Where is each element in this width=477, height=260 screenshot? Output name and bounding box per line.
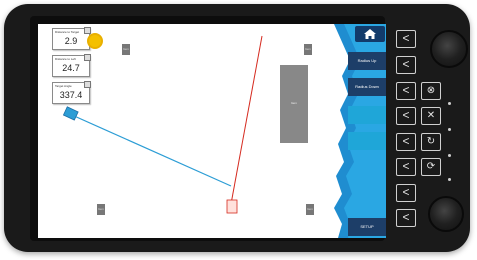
obstacle-label: Item [291, 101, 297, 105]
field-value: 337.4 [59, 90, 83, 100]
field-value: 2.9 [64, 36, 78, 46]
red-path-line [230, 35, 263, 205]
setup-button[interactable]: SETUP [348, 218, 386, 236]
indicator-dot [448, 128, 451, 131]
map-box-label: Item [123, 47, 129, 51]
field-indicator [84, 27, 91, 34]
home-button[interactable] [355, 26, 385, 42]
obstacle-block: Item [280, 65, 308, 143]
chevron-left-icon[interactable]: < [396, 133, 416, 151]
field-value: 24.7 [62, 63, 80, 73]
indicator-dot [448, 154, 451, 157]
map-box: Item [304, 44, 312, 55]
indicator-dot [448, 102, 451, 105]
field-indicator [84, 54, 91, 61]
distance-to-left-field: Distance to Left 24.7 [52, 54, 91, 77]
map-box: Item [122, 44, 130, 55]
home-icon [364, 29, 376, 39]
field-label: Distance to Target [55, 30, 80, 34]
chevron-left-icon[interactable]: < [396, 82, 416, 100]
indicator-dot [448, 178, 451, 181]
radius-up-button[interactable]: Radius Up [348, 52, 386, 70]
refresh-icon[interactable]: ⟳ [421, 158, 441, 176]
field-indicator [84, 81, 91, 88]
sidebar-button-4[interactable] [348, 132, 386, 150]
radius-down-button[interactable]: Radius Down [348, 78, 386, 96]
display-screen: Distance to Target 2.9 Distance to Left … [38, 24, 386, 238]
sidebar-button-3[interactable] [348, 106, 386, 124]
chevron-left-icon[interactable]: < [396, 30, 416, 48]
top-rotary-knob[interactable] [430, 30, 468, 68]
field-label: Distance to Left [55, 57, 76, 61]
cancel-circle-icon[interactable]: ⊗ [421, 82, 441, 100]
map-box-label: Item [305, 47, 311, 51]
map-box-label: Item [98, 207, 104, 211]
map-box-label: Item [307, 207, 313, 211]
distance-to-target-field: Distance to Target 2.9 [52, 27, 91, 50]
chevron-left-icon[interactable]: < [396, 158, 416, 176]
chevron-left-icon[interactable]: < [396, 107, 416, 125]
map-box: Item [306, 204, 314, 215]
chevron-left-icon[interactable]: < [396, 184, 416, 202]
chevron-left-icon[interactable]: < [396, 56, 416, 74]
blue-path-line [71, 114, 232, 187]
map-view[interactable]: Distance to Target 2.9 Distance to Left … [38, 24, 318, 238]
close-icon[interactable]: ✕ [421, 107, 441, 125]
map-box: Item [97, 204, 105, 215]
blue-marker [62, 106, 79, 121]
chevron-left-icon[interactable]: < [396, 209, 416, 227]
target-angle-field: Target Angle 337.4 [52, 81, 91, 104]
rotate-icon[interactable]: ↻ [421, 133, 441, 151]
status-sun-icon [87, 33, 103, 49]
field-label: Target Angle [55, 84, 72, 88]
bottom-rotary-knob[interactable] [428, 196, 464, 232]
red-marker [226, 199, 238, 214]
